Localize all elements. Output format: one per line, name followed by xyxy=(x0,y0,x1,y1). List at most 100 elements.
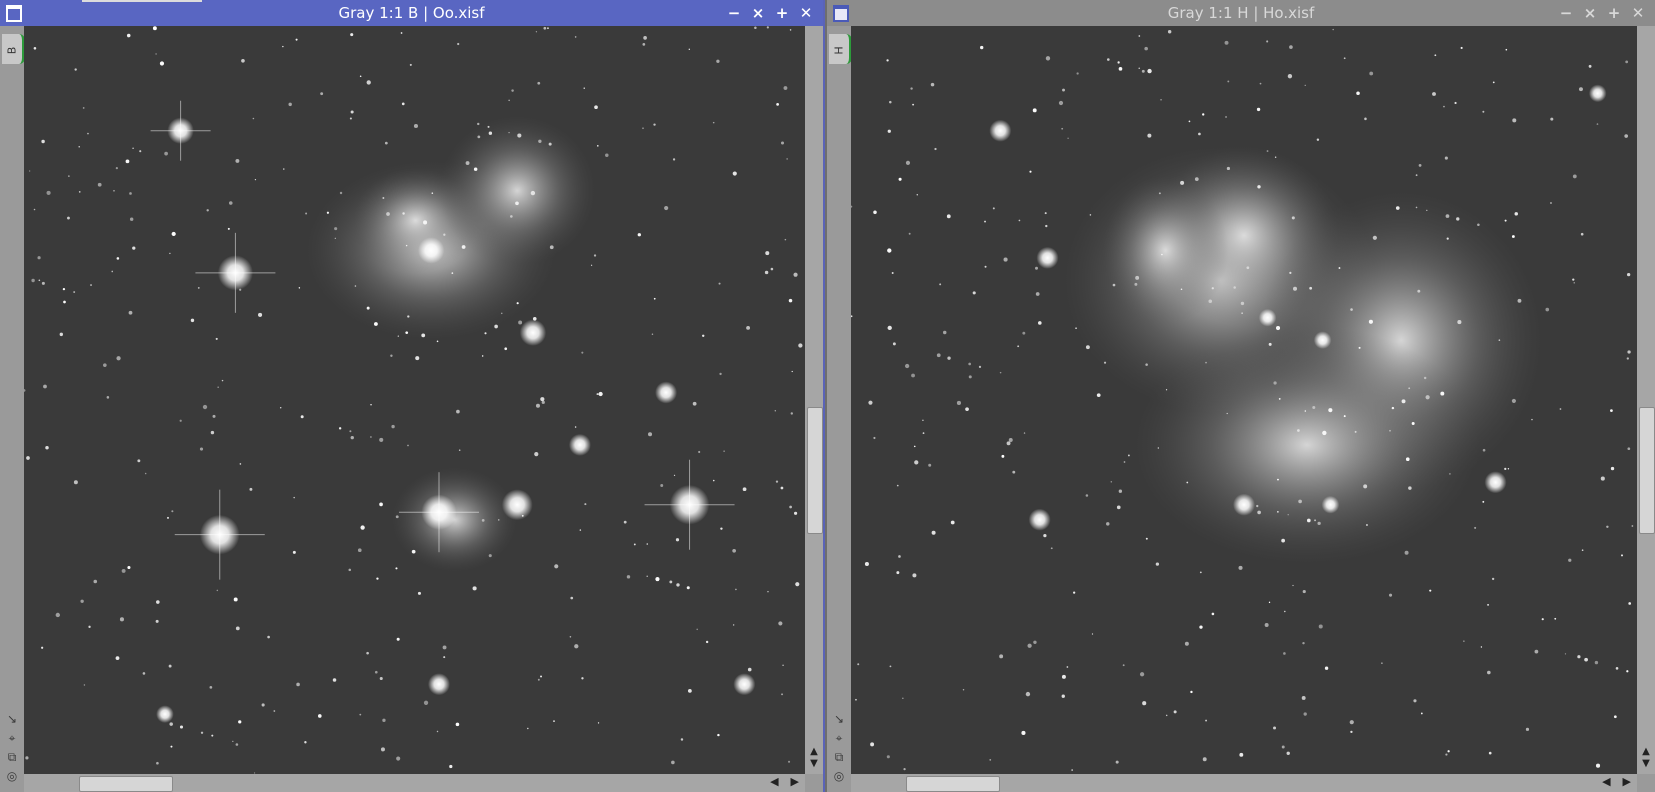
star xyxy=(1287,73,1293,79)
target-icon[interactable]: ◎ xyxy=(830,768,848,784)
view-identifier-tab[interactable]: H xyxy=(829,34,852,64)
star xyxy=(1035,292,1040,296)
star xyxy=(1066,666,1069,668)
clone-view-icon[interactable]: ⧉ xyxy=(3,749,21,765)
star xyxy=(442,645,447,650)
star xyxy=(579,529,582,531)
scroll-up-icon[interactable]: ▲ xyxy=(1642,746,1650,758)
star xyxy=(41,281,45,285)
close-icon[interactable]: ✕ xyxy=(795,3,817,23)
scroll-up-icon[interactable]: ▲ xyxy=(810,746,818,758)
star xyxy=(956,400,961,406)
star xyxy=(1545,307,1550,312)
scroll-right-icon[interactable]: ▶ xyxy=(1623,775,1631,788)
star xyxy=(1302,641,1305,645)
star xyxy=(1460,46,1463,50)
star xyxy=(1301,696,1306,700)
scroll-down-icon[interactable]: ▼ xyxy=(1642,758,1650,770)
maximize-icon[interactable]: + xyxy=(771,3,793,23)
scroll-thumb[interactable] xyxy=(1639,407,1655,534)
link-icon[interactable]: ↘ xyxy=(3,711,21,727)
star xyxy=(968,375,972,379)
image-viewport[interactable] xyxy=(851,26,1637,774)
star xyxy=(121,568,126,573)
star xyxy=(1238,565,1243,570)
fit-view-icon[interactable]: ⌖ xyxy=(3,730,21,746)
star xyxy=(413,123,418,129)
image-window-oo[interactable]: Gray 1:1 B | Oo.xisf − ⨯ + ✕ B ↘ ⌖ ⧉ ◎ ▲… xyxy=(0,0,825,792)
star xyxy=(1071,769,1073,771)
star xyxy=(1186,481,1189,484)
shade-icon[interactable]: ⨯ xyxy=(747,3,769,23)
bright-star xyxy=(519,319,547,346)
fit-view-icon[interactable]: ⌖ xyxy=(830,730,848,746)
star xyxy=(252,117,255,120)
star xyxy=(129,192,132,195)
star xyxy=(304,741,307,744)
star xyxy=(1184,641,1189,646)
maximize-icon[interactable]: + xyxy=(1603,3,1625,23)
star xyxy=(1482,500,1485,503)
vertical-scrollbar[interactable]: ▲ ▼ xyxy=(1637,26,1655,774)
star xyxy=(1103,361,1107,364)
clone-view-icon[interactable]: ⧉ xyxy=(830,749,848,765)
star xyxy=(1018,219,1021,222)
star xyxy=(171,231,176,237)
star xyxy=(384,141,388,145)
minimize-icon[interactable]: − xyxy=(1555,3,1577,23)
star xyxy=(116,356,121,361)
star xyxy=(1085,345,1090,350)
star xyxy=(1511,235,1515,238)
star xyxy=(1116,505,1121,510)
star xyxy=(386,212,390,216)
horizontal-scrollbar[interactable]: ◀ ▶ xyxy=(24,774,805,792)
star xyxy=(538,139,542,143)
window-titlebar[interactable]: Gray 1:1 B | Oo.xisf − ⨯ + ✕ xyxy=(0,0,823,26)
scroll-thumb[interactable] xyxy=(79,776,173,792)
scroll-thumb[interactable] xyxy=(807,407,823,534)
scroll-left-icon[interactable]: ◀ xyxy=(770,775,778,788)
star xyxy=(68,175,70,177)
star xyxy=(912,103,915,106)
star xyxy=(1292,584,1294,587)
star xyxy=(179,419,182,422)
star xyxy=(898,555,901,558)
star xyxy=(443,656,446,659)
star xyxy=(1205,719,1208,722)
star xyxy=(1554,617,1557,620)
link-icon[interactable]: ↘ xyxy=(830,711,848,727)
star xyxy=(1456,217,1460,221)
image-viewport[interactable] xyxy=(24,26,805,774)
star xyxy=(1145,537,1148,540)
star xyxy=(1415,174,1418,177)
star xyxy=(1610,466,1615,471)
star xyxy=(680,738,684,741)
scroll-left-icon[interactable]: ◀ xyxy=(1602,775,1610,788)
star xyxy=(273,710,276,712)
star xyxy=(889,100,892,104)
scroll-right-icon[interactable]: ▶ xyxy=(791,775,799,788)
star xyxy=(221,379,224,382)
star xyxy=(781,693,784,696)
minimize-icon[interactable]: − xyxy=(723,3,745,23)
star xyxy=(55,612,60,618)
scroll-thumb[interactable] xyxy=(906,776,1000,792)
close-icon[interactable]: ✕ xyxy=(1627,3,1649,23)
window-titlebar[interactable]: Gray 1:1 H | Ho.xisf − ⨯ + ✕ xyxy=(827,0,1655,26)
target-icon[interactable]: ◎ xyxy=(3,768,21,784)
star xyxy=(1372,235,1377,240)
star xyxy=(912,573,917,578)
star xyxy=(421,333,426,338)
horizontal-scrollbar[interactable]: ◀ ▶ xyxy=(851,774,1637,792)
star xyxy=(366,306,370,310)
shade-icon[interactable]: ⨯ xyxy=(1579,3,1601,23)
image-window-ho[interactable]: Gray 1:1 H | Ho.xisf − ⨯ + ✕ H ↘ ⌖ ⧉ ◎ ▲… xyxy=(827,0,1655,792)
view-identifier-tab[interactable]: B xyxy=(2,34,25,64)
star xyxy=(233,597,238,602)
star xyxy=(366,651,369,655)
star xyxy=(1173,710,1177,714)
star xyxy=(1147,68,1152,74)
scroll-down-icon[interactable]: ▼ xyxy=(810,758,818,770)
star xyxy=(472,586,477,591)
vertical-scrollbar[interactable]: ▲ ▼ xyxy=(805,26,823,774)
